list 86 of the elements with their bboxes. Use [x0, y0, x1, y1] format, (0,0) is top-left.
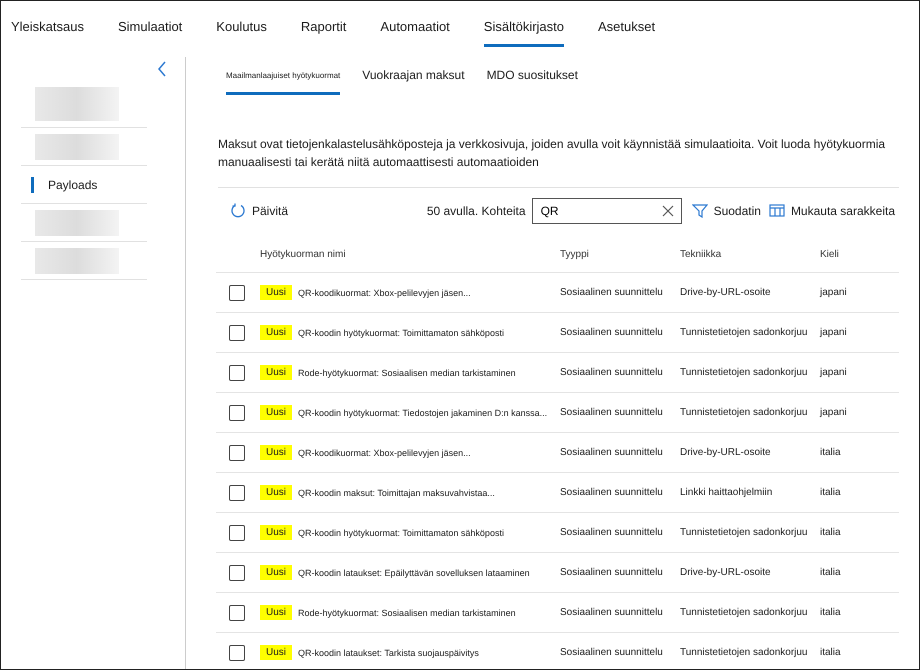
row-checkbox[interactable] [229, 324, 245, 340]
sub-tab[interactable]: MDO suositukset [486, 68, 578, 95]
new-badge: Uusi [260, 485, 292, 500]
table-cell-text: Tunnistetietojen sadonkorjuu [680, 527, 808, 538]
table-cell-text: Sosiaalinen suunnittelu [560, 527, 664, 538]
table-cell: QR-koodikuormat: Xbox-pelilevyjen jäsen... [298, 448, 471, 458]
new-badge: Uusi [260, 285, 292, 300]
row-checkbox[interactable] [229, 564, 245, 580]
table-cell-text: Sosiaalinen suunnittelu [560, 647, 664, 658]
new-badge: Uusi [260, 445, 292, 460]
table-cell-text: Sosiaalinen suunnittelu [560, 367, 664, 378]
table-cell-text: Sosiaalinen suunnittelu [560, 487, 664, 498]
filter-button[interactable]: Suodatin [688, 201, 765, 221]
sidebar-item[interactable]: Payloads [31, 176, 98, 192]
table-cell-text: japani [820, 407, 848, 418]
customize-columns-button[interactable]: Mukauta sarakkeita [764, 201, 899, 221]
row-checkbox[interactable] [229, 284, 245, 300]
table-cell-text: Drive-by-URL-osoite [680, 287, 772, 298]
table-cell-text: Tunnistetietojen sadonkorjuu [680, 407, 808, 418]
table-cell-text: japani [820, 327, 848, 338]
table-cell-text: Tunnistetietojen sadonkorjuu [680, 607, 808, 618]
nav-tab[interactable]: Raportit [300, 19, 346, 47]
column-header[interactable]: Kieli [820, 248, 899, 260]
table-cell-text: Sosiaalinen suunnittelu [560, 567, 664, 578]
table-cell-text: italia [820, 607, 842, 618]
table-cell-text: italia [820, 567, 842, 578]
new-badge: Uusi [260, 405, 292, 420]
table-cell-text: italia [820, 647, 842, 658]
item-count: 50 avulla. Kohteita [426, 204, 526, 218]
row-checkbox[interactable] [229, 524, 245, 540]
refresh-icon [230, 203, 246, 219]
search-field[interactable]: QR [532, 198, 682, 224]
table-cell-text: Tunnistetietojen sadonkorjuu [680, 367, 808, 378]
row-checkbox[interactable] [229, 444, 245, 460]
table-cell: QR-koodin hyötykuormat: Tiedostojen jakaminen D:n kanssa... [298, 408, 548, 418]
new-badge: Uusi [260, 365, 292, 380]
row-checkbox[interactable] [229, 604, 245, 620]
column-header[interactable]: Tyyppi [560, 248, 680, 260]
table-cell-text: Sosiaalinen suunnittelu [560, 607, 664, 618]
table-cell: QR-koodin hyötykuormat: Toimittamaton sähköposti [298, 328, 504, 338]
new-badge: Uusi [260, 605, 292, 620]
sub-tab[interactable]: Vuokraajan maksut [362, 68, 465, 95]
table-cell-text: Linkki haittaohjelmiin [680, 487, 774, 498]
table-cell-text: italia [820, 527, 842, 538]
new-badge: Uusi [260, 325, 292, 340]
table-cell: QR-koodin lataukset: Tarkista suojauspäivitys [298, 648, 479, 658]
table-cell: Rode-hyötykuormat: Sosiaalisen median tarkistaminen [298, 608, 516, 618]
row-checkbox[interactable] [229, 364, 245, 380]
table-cell-text: Sosiaalinen suunnittelu [560, 327, 664, 338]
new-badge: Uusi [260, 565, 292, 580]
table-cell-text: italia [820, 447, 842, 458]
new-badge: Uusi [260, 645, 292, 660]
refresh-button[interactable]: Päivitä [226, 201, 292, 221]
row-checkbox[interactable] [229, 484, 245, 500]
table-cell-text: italia [820, 487, 842, 498]
description-text: Maksut ovat tietojenkalastelusähköposteja ja verkkosivuja, joiden avulla voit käynnistää simulaatioita. Voit luoda hyötykuormia manuaalisesti tai kerätä niitä automaattisesti automaatioiden [218, 135, 899, 188]
close-icon[interactable] [662, 205, 674, 217]
row-checkbox[interactable] [229, 644, 245, 660]
column-header[interactable]: Hyötykuorman nimi [258, 248, 560, 260]
row-checkbox[interactable] [229, 404, 245, 420]
nav-tab[interactable]: Koulutus [216, 19, 267, 47]
column-header[interactable]: Tekniikka [680, 248, 820, 260]
table-cell: QR-koodin hyötykuormat: Toimittamaton sähköposti [298, 528, 504, 538]
table-cell-text: Tunnistetietojen sadonkorjuu [680, 327, 808, 338]
table-cell: QR-koodin maksut: Toimittajan maksuvahvistaa... [298, 488, 495, 498]
table-cell-text: japani [820, 367, 848, 378]
filter-icon [692, 203, 708, 219]
nav-tab[interactable]: Asetukset [598, 19, 656, 47]
table-cell-text: Tunnistetietojen sadonkorjuu [680, 647, 808, 658]
table-cell-text: Sosiaalinen suunnittelu [560, 407, 664, 418]
table-cell: QR-koodin lataukset: Epäilyttävän sovelluksen lataaminen [298, 568, 530, 578]
sub-tab[interactable]: Maailmanlaajuiset hyötykuormat [226, 71, 340, 95]
table-cell-text: Sosiaalinen suunnittelu [560, 447, 664, 458]
nav-tab[interactable]: Sisältökirjasto [484, 19, 564, 47]
table-cell-text: Drive-by-URL-osoite [680, 567, 772, 578]
new-badge: Uusi [260, 525, 292, 540]
table-cell-text: Sosiaalinen suunnittelu [560, 287, 664, 298]
table-cell-text: Drive-by-URL-osoite [680, 447, 772, 458]
columns-icon [768, 203, 785, 219]
table-cell-text: japani [820, 287, 848, 298]
table-cell: QR-koodikuormat: Xbox-pelilevyjen jäsen... [298, 288, 471, 298]
nav-tab[interactable]: Automaatiot [380, 19, 450, 47]
nav-tab[interactable]: Simulaatiot [118, 19, 182, 47]
chevron-left-icon[interactable] [157, 61, 167, 77]
table-cell: Rode-hyötykuormat: Sosiaalisen median tarkistaminen [298, 368, 516, 378]
nav-tab[interactable]: Yleiskatsaus [11, 19, 84, 47]
